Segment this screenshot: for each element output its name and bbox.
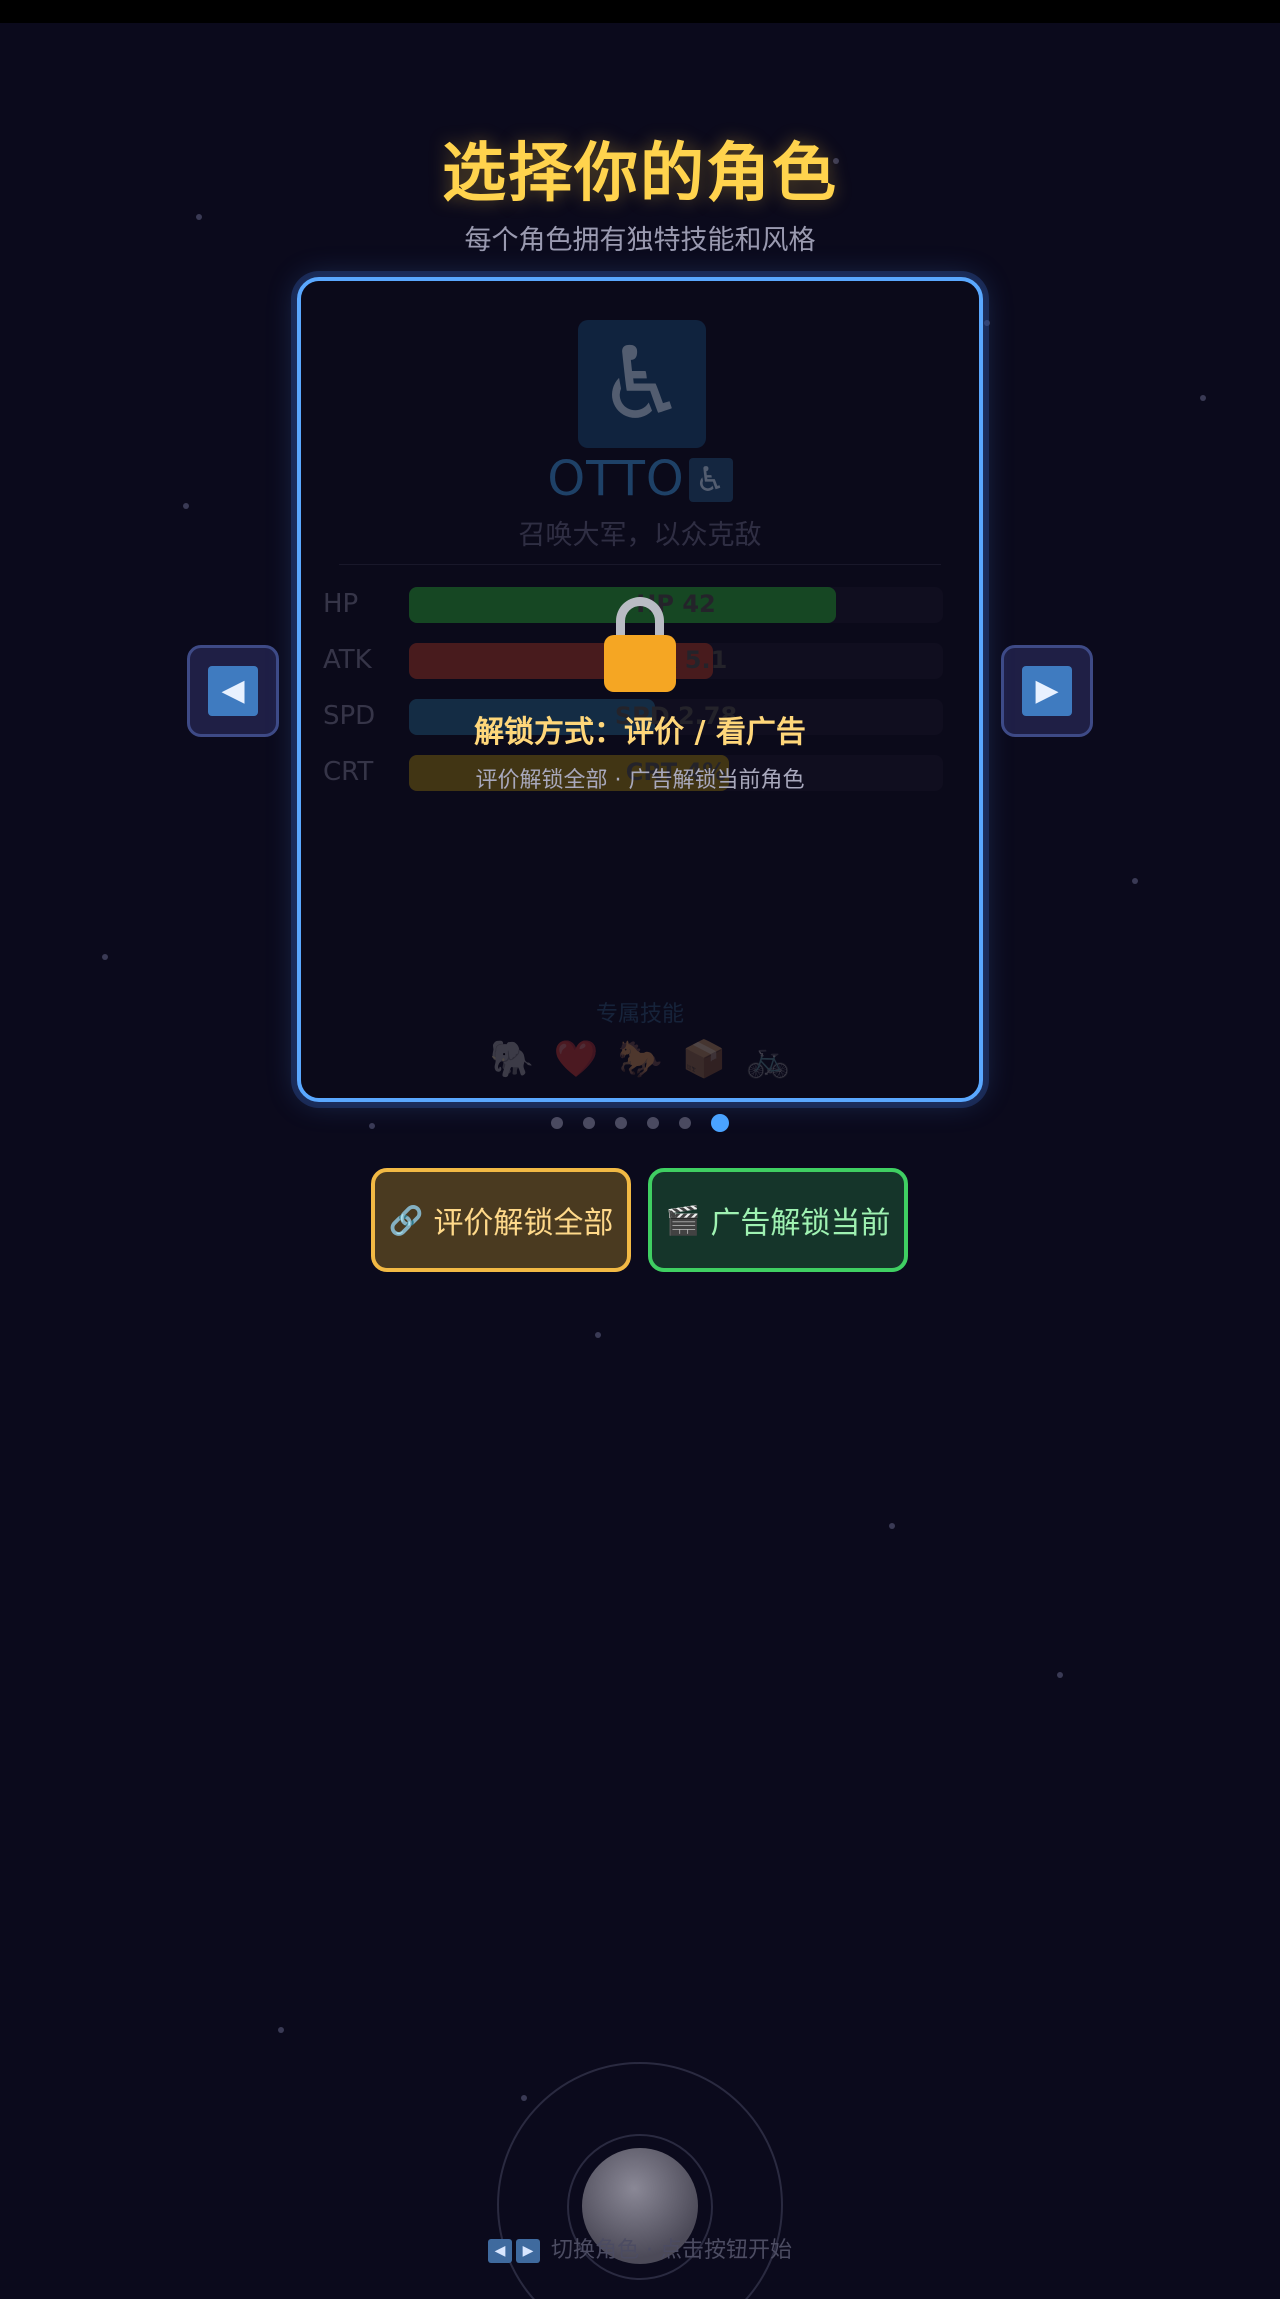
- review-unlock-label: 评价解锁全部: [433, 1206, 614, 1241]
- hint-text: 切换角色 · 点击按钮开始: [551, 2238, 792, 2263]
- background-star: [102, 954, 108, 960]
- background-star: [183, 503, 189, 509]
- page-subtitle: 每个角色拥有独特技能和风格: [464, 225, 816, 256]
- arrow-right-icon: ▶: [1022, 666, 1072, 716]
- background-star: [521, 2095, 527, 2101]
- link-icon: 🔗: [388, 1203, 424, 1237]
- page-dot[interactable]: [679, 1116, 691, 1129]
- background-star: [1132, 878, 1138, 884]
- page-dot[interactable]: [647, 1116, 659, 1129]
- key-left-icon: ◀: [488, 2239, 512, 2263]
- background-star: [889, 1523, 895, 1529]
- key-right-icon: ▶: [516, 2239, 540, 2263]
- background-star: [595, 1332, 601, 1338]
- unlock-method-title: 解锁方式：评价 / 看广告: [474, 715, 806, 750]
- status-bar: [0, 0, 1280, 23]
- page-title: 选择你的角色: [442, 137, 838, 211]
- previous-character-button[interactable]: ◀: [187, 645, 279, 737]
- review-unlock-all-button[interactable]: 🔗 评价解锁全部: [371, 1168, 631, 1272]
- background-star: [984, 320, 990, 326]
- background-star: [1057, 1672, 1063, 1678]
- character-card[interactable]: ♿ OTTO ♿ 召唤大军，以众克敌 HP HP 42 ATK ATK 5.1 SPD SP…: [297, 277, 983, 1102]
- next-character-button[interactable]: ▶: [1001, 645, 1093, 737]
- background-star: [1200, 395, 1206, 401]
- page-dot-active[interactable]: [711, 1113, 729, 1132]
- page-dot[interactable]: [583, 1116, 595, 1129]
- ad-unlock-label: 广告解锁当前: [710, 1206, 891, 1241]
- page-dot[interactable]: [551, 1116, 563, 1129]
- page-dot[interactable]: [615, 1116, 627, 1129]
- clapper-icon: 🎬: [665, 1203, 701, 1237]
- background-star: [278, 2027, 284, 2033]
- controls-hint: ◀ ▶ 切换角色 · 点击按钮开始: [0, 2232, 1280, 2264]
- ad-unlock-current-button[interactable]: 🎬 广告解锁当前: [648, 1168, 908, 1272]
- page-indicator: [0, 1112, 1280, 1132]
- unlock-method-subtitle: 评价解锁全部 · 广告解锁当前角色: [475, 768, 805, 793]
- lock-icon: [604, 597, 676, 692]
- arrow-left-icon: ◀: [208, 666, 258, 716]
